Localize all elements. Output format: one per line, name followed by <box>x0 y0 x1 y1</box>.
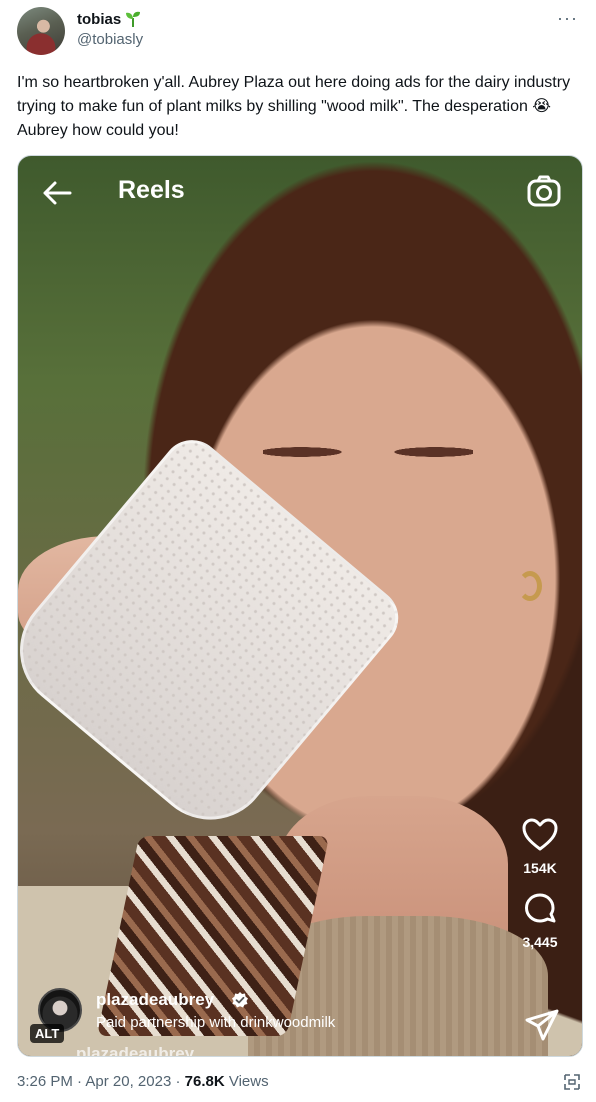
eyes-shape <box>263 446 473 458</box>
author-handle[interactable]: @tobiasly <box>77 31 143 48</box>
tweet-time[interactable]: 3:26 PM <box>17 1073 73 1090</box>
tweet-meta: 3:26 PM · Apr 20, 2023 · 76.8K Views <box>17 1073 269 1090</box>
alt-badge[interactable]: ALT <box>30 1024 65 1043</box>
reel-actions: 154K 3,445 <box>516 816 564 964</box>
partnership-prefix: Paid partnership with <box>96 1014 241 1031</box>
comment-icon <box>525 893 556 923</box>
paid-partnership-line: Paid partnership with drinkwoodmilk <box>96 1014 335 1031</box>
tweet: tobias @tobiasly ··· I'm so heartbroken … <box>0 0 596 1102</box>
milk-glass-shape <box>18 427 411 845</box>
verified-badge-icon <box>232 992 248 1008</box>
more-options-button[interactable]: ··· <box>557 8 578 29</box>
reels-title: Reels <box>118 176 185 204</box>
author-avatar[interactable] <box>17 7 65 55</box>
views-label: Views <box>224 1073 269 1090</box>
creator-name: plazadeaubrey <box>96 990 215 1009</box>
media-image[interactable]: Reels 154K 3,445 plazadeaubrey Paid part… <box>17 155 583 1057</box>
tweet-text: I'm so heartbroken y'all. Aubrey Plaza o… <box>17 74 571 139</box>
send-icon <box>525 1009 559 1041</box>
author-display-name[interactable]: tobias <box>77 11 121 28</box>
likes-count: 154K <box>523 860 557 876</box>
earring-shape <box>518 571 542 601</box>
meta-separator: · <box>72 1073 86 1090</box>
heart-icon <box>522 818 558 851</box>
tweet-date[interactable]: Apr 20, 2023 <box>85 1073 171 1090</box>
next-reel-peek-text: plazadeaubrey <box>76 1044 195 1057</box>
author-name-row: tobias <box>77 10 141 28</box>
views-count: 76.8K <box>184 1073 225 1090</box>
comments-count: 3,445 <box>522 934 558 950</box>
partner-name: drinkwoodmilk <box>240 1014 336 1031</box>
analytics-icon[interactable] <box>562 1072 582 1092</box>
camera-icon <box>527 175 561 207</box>
reels-header: Reels <box>18 156 582 236</box>
back-arrow-icon <box>43 181 72 205</box>
meta-separator-2: · <box>171 1073 185 1090</box>
seedling-icon <box>126 11 141 27</box>
